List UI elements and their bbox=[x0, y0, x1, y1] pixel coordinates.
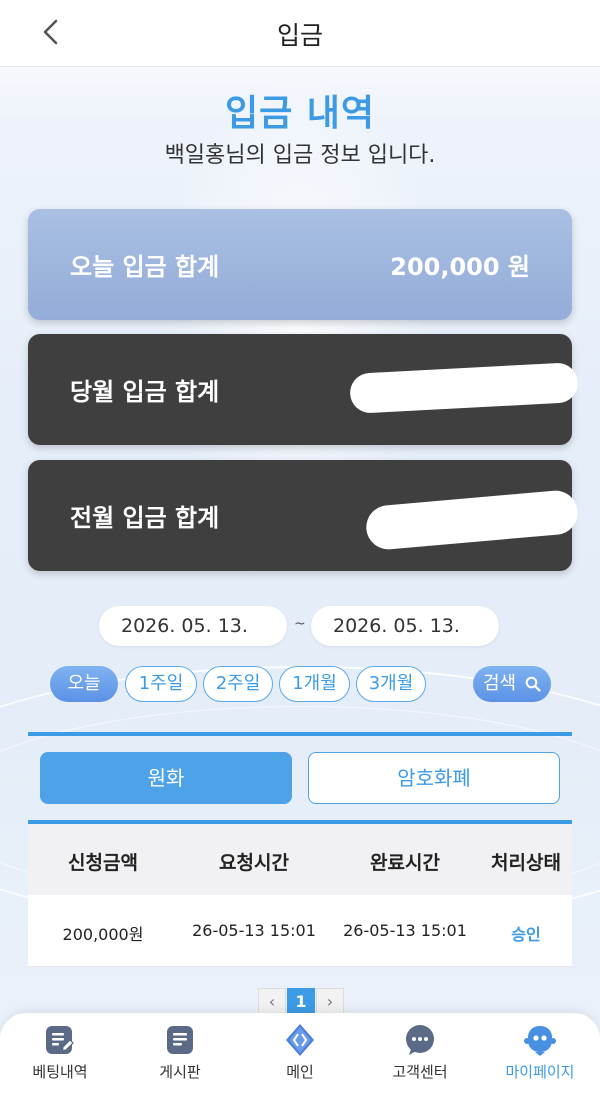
today-total-value: 200,000 원 bbox=[390, 253, 530, 281]
nav-label: 고객센터 bbox=[392, 1063, 448, 1081]
cell-status: 승인 bbox=[511, 925, 541, 944]
nav-label: 메인 bbox=[286, 1063, 314, 1081]
period-today-button[interactable]: 오늘 bbox=[50, 666, 118, 702]
period-1week-button[interactable]: 1주일 bbox=[125, 666, 197, 702]
period-3month-button[interactable]: 3개월 bbox=[356, 666, 426, 702]
nav-mypage[interactable]: 마이페이지 bbox=[480, 1013, 600, 1103]
nav-label: 마이페이지 bbox=[505, 1063, 575, 1081]
cell-completed-time: 26-05-13 15:01 bbox=[343, 921, 467, 940]
search-label: 검색 bbox=[483, 673, 517, 694]
search-button[interactable]: 검색 bbox=[473, 666, 551, 702]
nav-main[interactable]: 메인 bbox=[240, 1013, 360, 1103]
month-total-card: 당월 입금 합계 bbox=[28, 334, 579, 445]
tab-krw[interactable]: 원화 bbox=[40, 752, 292, 804]
month-total-label: 당월 입금 합계 bbox=[70, 378, 220, 406]
main-icon bbox=[286, 1024, 314, 1056]
prev-month-total-label: 전월 입금 합계 bbox=[70, 504, 220, 532]
mypage-icon bbox=[524, 1026, 556, 1056]
redaction-mark bbox=[349, 362, 579, 414]
chat-icon bbox=[406, 1025, 434, 1055]
date-separator: ~ bbox=[294, 616, 306, 632]
table-row: 200,000원 26-05-13 15:01 26-05-13 15:01 승… bbox=[28, 895, 572, 967]
period-1month-button[interactable]: 1개월 bbox=[279, 666, 350, 702]
today-total-label: 오늘 입금 합계 bbox=[70, 253, 220, 281]
date-to-field[interactable]: 2026. 05. 13. bbox=[311, 606, 499, 646]
column-header-amount: 신청금액 bbox=[68, 852, 138, 874]
cell-amount: 200,000원 bbox=[62, 925, 144, 944]
nav-customer-center[interactable]: 고객센터 bbox=[360, 1013, 480, 1103]
nav-label: 게시판 bbox=[159, 1063, 201, 1081]
nav-betting-history[interactable]: 베팅내역 bbox=[0, 1013, 120, 1103]
period-2week-button[interactable]: 2주일 bbox=[203, 666, 273, 702]
header-title: 입금 bbox=[276, 21, 323, 50]
today-total-card: 오늘 입금 합계 200,000 원 bbox=[28, 209, 572, 320]
nav-board[interactable]: 게시판 bbox=[120, 1013, 240, 1103]
page-prev-button[interactable]: ‹ bbox=[258, 988, 286, 1016]
page-current-button[interactable]: 1 bbox=[287, 988, 315, 1016]
date-from-field[interactable]: 2026. 05. 13. bbox=[99, 606, 287, 646]
nav-label: 베팅내역 bbox=[32, 1063, 88, 1081]
redaction-mark bbox=[364, 488, 580, 552]
search-icon bbox=[525, 676, 541, 692]
betting-history-icon bbox=[46, 1026, 74, 1054]
bottom-nav: 베팅내역 게시판 메인 고객센터 마이페이지 bbox=[0, 1013, 600, 1103]
page-title: 입금 내역 bbox=[224, 93, 375, 134]
tabs-divider bbox=[28, 732, 572, 736]
column-header-status: 처리상태 bbox=[491, 852, 561, 874]
top-bar: 입금 bbox=[0, 0, 600, 67]
column-header-requested: 요청시간 bbox=[219, 852, 289, 874]
cell-requested-time: 26-05-13 15:01 bbox=[192, 921, 316, 940]
tab-crypto[interactable]: 암호화폐 bbox=[308, 752, 560, 804]
prev-month-total-card: 전월 입금 합계 bbox=[28, 460, 580, 571]
table-header: 신청금액 요청시간 완료시간 처리상태 bbox=[28, 824, 572, 895]
page-next-button[interactable]: › bbox=[316, 988, 344, 1016]
page-subtitle: 백일홍님의 입금 정보 입니다. bbox=[164, 143, 436, 168]
column-header-completed: 완료시간 bbox=[370, 852, 440, 874]
board-icon bbox=[167, 1026, 193, 1054]
